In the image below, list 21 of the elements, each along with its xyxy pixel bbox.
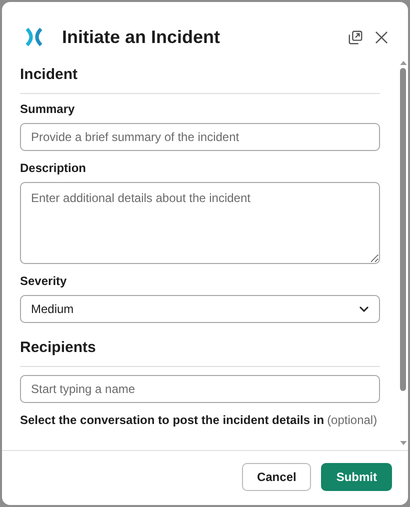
field-label: Severity xyxy=(20,274,68,288)
text-field[interactable]: Start typing a name xyxy=(20,375,380,403)
field-label: Description xyxy=(20,161,88,175)
logo-icon xyxy=(24,27,44,47)
popout-icon[interactable] xyxy=(348,30,363,44)
optional-hint: (optional) xyxy=(327,413,378,427)
section-heading: Incident xyxy=(20,66,79,83)
scrollbar-thumb[interactable] xyxy=(400,68,406,391)
close-icon[interactable] xyxy=(375,30,388,44)
submit-button[interactable]: Submit xyxy=(321,463,392,491)
text-area[interactable]: Enter additional details about the incident xyxy=(20,182,380,264)
scroll-down-icon[interactable] xyxy=(400,441,406,446)
scroll-up-icon[interactable] xyxy=(400,60,406,65)
field-label: Summary xyxy=(20,102,76,116)
field-label: Select the conversation to post the incident details in xyxy=(20,413,324,427)
dropdown-field[interactable]: Medium xyxy=(20,295,380,323)
cancel-button[interactable]: Cancel xyxy=(242,463,312,491)
dialog-title: Initiate an Incident xyxy=(62,26,222,48)
text-field[interactable]: Provide a brief summary of the incident xyxy=(20,123,380,151)
section-heading: Recipients xyxy=(20,339,97,356)
chevron-down-icon xyxy=(359,306,369,312)
